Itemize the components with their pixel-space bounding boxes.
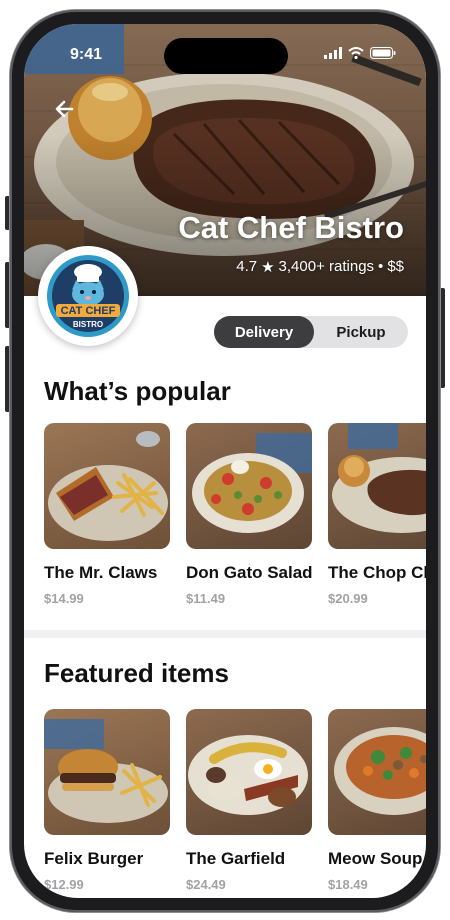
wifi-icon: [348, 47, 364, 59]
popular-items-row: The Mr. Claws $14.99 Don Gato Salad $11.…: [44, 423, 426, 606]
meta-separator: •: [378, 258, 384, 275]
item-name: The Chop Ch: [328, 563, 426, 582]
back-arrow-icon[interactable]: [52, 96, 78, 122]
item-image: [44, 709, 170, 835]
item-image: [186, 423, 312, 549]
steak-photo: [332, 423, 426, 533]
signal-icon: [324, 47, 342, 59]
item-price: $14.99: [44, 591, 84, 606]
star-icon: ★: [261, 259, 275, 276]
cat-chef-logo-icon: CAT CHEF BISTRO: [47, 255, 129, 337]
platter-photo: [188, 735, 308, 815]
featured-section-title: Featured items: [44, 658, 229, 688]
section-divider: [24, 630, 426, 638]
order-mode-toggle: Delivery Pickup: [214, 316, 408, 348]
menu-item-card[interactable]: The Mr. Claws $14.99: [44, 423, 170, 606]
sandwich-fries-photo: [48, 431, 168, 541]
ratings-count: 3,400+ ratings: [278, 258, 375, 275]
item-image: [186, 709, 312, 835]
item-name: Felix Burger: [44, 849, 144, 868]
item-name: The Mr. Claws: [44, 563, 158, 582]
restaurant-logo: CAT CHEF BISTRO: [38, 246, 138, 346]
featured-items-row: Felix Burger $12.99 The Garfield $24.49 …: [44, 709, 426, 892]
item-image: [328, 709, 426, 835]
restaurant-name: Cat Chef Bistro: [178, 210, 404, 245]
pasta-salad-photo: [192, 433, 312, 533]
item-price: $12.99: [44, 877, 84, 892]
dynamic-island: [164, 38, 288, 74]
item-name: Meow Soup: [328, 849, 423, 868]
menu-item-card[interactable]: The Garfield $24.49: [186, 709, 312, 892]
menu-item-card[interactable]: The Chop Ch $20.99: [328, 423, 426, 606]
status-time: 9:41: [70, 46, 103, 63]
item-name: The Garfield: [186, 849, 286, 868]
menu-item-card[interactable]: Don Gato Salad $11.49: [186, 423, 313, 606]
menu-item-card[interactable]: Felix Burger $12.99: [44, 709, 170, 892]
item-image: [328, 423, 426, 549]
restaurant-meta: 4.7 ★ 3,400+ ratings • $$: [236, 258, 404, 276]
battery-icon: [370, 47, 396, 59]
logo-line1: CAT CHEF: [61, 305, 116, 317]
phone-frame: 9:41 Cat Chef Bistro 4.7 ★ 3,400+ rating…: [10, 10, 440, 912]
item-image: [44, 423, 170, 549]
item-price: $11.49: [186, 591, 226, 606]
logo-line2: BISTRO: [73, 320, 103, 329]
item-price: $18.49: [328, 877, 368, 892]
power-button: [440, 288, 445, 388]
item-name: Don Gato Salad: [186, 563, 313, 582]
delivery-tab[interactable]: Delivery: [214, 316, 314, 348]
popular-section-title: What’s popular: [44, 376, 231, 406]
menu-item-card[interactable]: Meow Soup $18.49: [328, 709, 426, 892]
status-icons: [324, 47, 396, 59]
burger-fries-photo: [44, 719, 168, 823]
soup-bowl-photo: [334, 727, 426, 815]
item-price: $20.99: [328, 591, 368, 606]
app-screen: 9:41 Cat Chef Bistro 4.7 ★ 3,400+ rating…: [24, 24, 426, 898]
pickup-tab[interactable]: Pickup: [314, 316, 408, 348]
rating-value: 4.7: [236, 258, 258, 275]
price-level: $$: [387, 258, 404, 275]
item-price: $24.49: [186, 877, 226, 892]
